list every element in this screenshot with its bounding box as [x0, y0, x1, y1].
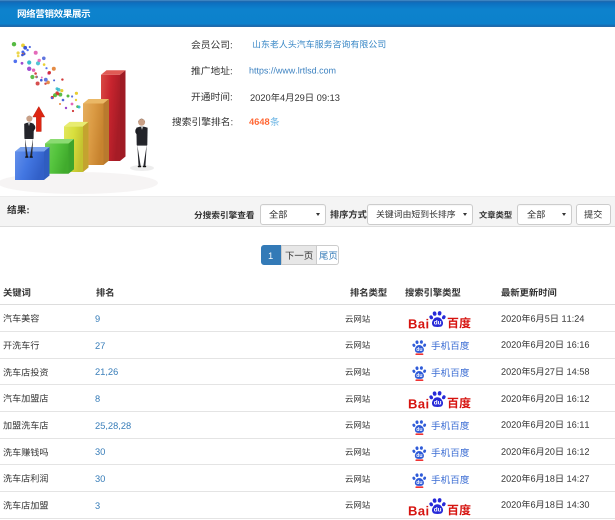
svg-text:du: du — [417, 480, 423, 486]
svg-text:du: du — [417, 427, 423, 433]
svg-text:du: du — [433, 506, 441, 513]
svg-text:du: du — [417, 347, 423, 353]
svg-text:du: du — [433, 400, 441, 407]
svg-text:du: du — [433, 320, 441, 327]
svg-text:du: du — [417, 453, 423, 459]
svg-text:du: du — [417, 373, 423, 379]
